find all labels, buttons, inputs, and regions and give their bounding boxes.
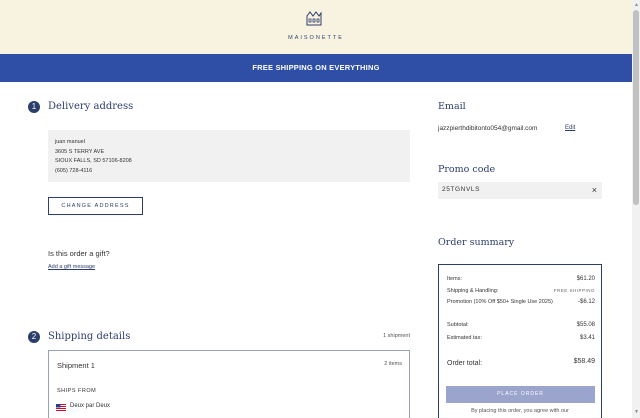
logo-text: MAISONETTE xyxy=(288,35,344,41)
address-phone: (605) 728-4116 xyxy=(55,167,93,174)
estimated-tax-value: $3.41 xyxy=(579,335,595,341)
items-label: Items: xyxy=(447,276,462,282)
delivery-address-box: juan manuel 3605 S TERRY AVE SIOUX FALLS… xyxy=(48,130,410,182)
promotion-value: -$6.12 xyxy=(577,299,595,305)
shipment-card: Shipment 1 2 items SHIPS FROM Deux par D… xyxy=(48,350,410,418)
estimated-tax-label: Estimated tax: xyxy=(447,335,482,341)
promotion-label: Promotion (10% Off $50+ Single Use 2025) xyxy=(447,299,553,305)
shipment-title: Shipment 1 xyxy=(57,361,95,370)
email-value: jazzpierthdibitonto054@gmail.com xyxy=(438,125,538,132)
order-summary-title: Order summary xyxy=(438,237,515,248)
scroll-thumb[interactable] xyxy=(633,10,639,205)
promo-code-field: 25TGNVLS × xyxy=(438,182,602,199)
page-scrollbar[interactable]: ▲ ▼ xyxy=(632,0,640,418)
shipping-value: FREE SHIPPING xyxy=(553,288,595,293)
order-total-value: $58.49 xyxy=(573,358,595,365)
ships-from-label: SHIPS FROM xyxy=(57,388,97,394)
step-2-badge: 2 xyxy=(28,331,40,343)
site-header: MAISONETTE xyxy=(0,0,632,54)
delivery-address-title: Delivery address xyxy=(48,101,134,112)
promo-banner: FREE SHIPPING ON EVERYTHING xyxy=(0,54,632,82)
change-address-button[interactable]: CHANGE ADDRESS xyxy=(48,197,143,215)
gift-question: Is this order a gift? xyxy=(48,249,110,258)
promo-code-value: 25TGNVLS xyxy=(442,186,481,193)
address-city: SIOUX FALLS, SD 57106-8208 xyxy=(55,158,132,165)
scroll-down-arrow-icon[interactable]: ▼ xyxy=(634,409,639,415)
shipment-item-count: 2 items xyxy=(384,361,402,367)
edit-email-link[interactable]: Edit xyxy=(565,125,575,131)
terms-text: By placing this order, you agree with ou… xyxy=(471,408,569,414)
maisonette-logo-icon[interactable] xyxy=(305,10,323,26)
order-summary-box: Items: $61.20 Shipping & Handling: FREE … xyxy=(438,264,602,418)
shipment-count: 1 shipment xyxy=(383,333,410,339)
us-flag-icon xyxy=(56,404,66,411)
subtotal-value: $55.08 xyxy=(576,322,595,328)
items-value: $61.20 xyxy=(576,276,595,282)
vendor-name: Deux par Deux xyxy=(70,403,111,409)
step-1-badge: 1 xyxy=(28,101,40,113)
remove-promo-close-icon[interactable]: × xyxy=(592,184,597,196)
promo-code-title: Promo code xyxy=(438,164,496,175)
shipping-label: Shipping & Handling: xyxy=(447,288,499,294)
scroll-up-arrow-icon[interactable]: ▲ xyxy=(634,2,639,8)
place-order-button[interactable]: PLACE ORDER xyxy=(446,386,595,403)
subtotal-label: Subtotal: xyxy=(447,322,469,328)
address-street: 3605 S TERRY AVE xyxy=(55,148,105,155)
add-gift-message-link[interactable]: Add a gift message xyxy=(48,264,95,270)
order-total-label: Order total: xyxy=(447,360,483,367)
shipping-details-title: Shipping details xyxy=(48,331,131,342)
email-title: Email xyxy=(438,101,466,112)
address-name: juan manuel xyxy=(55,139,85,145)
